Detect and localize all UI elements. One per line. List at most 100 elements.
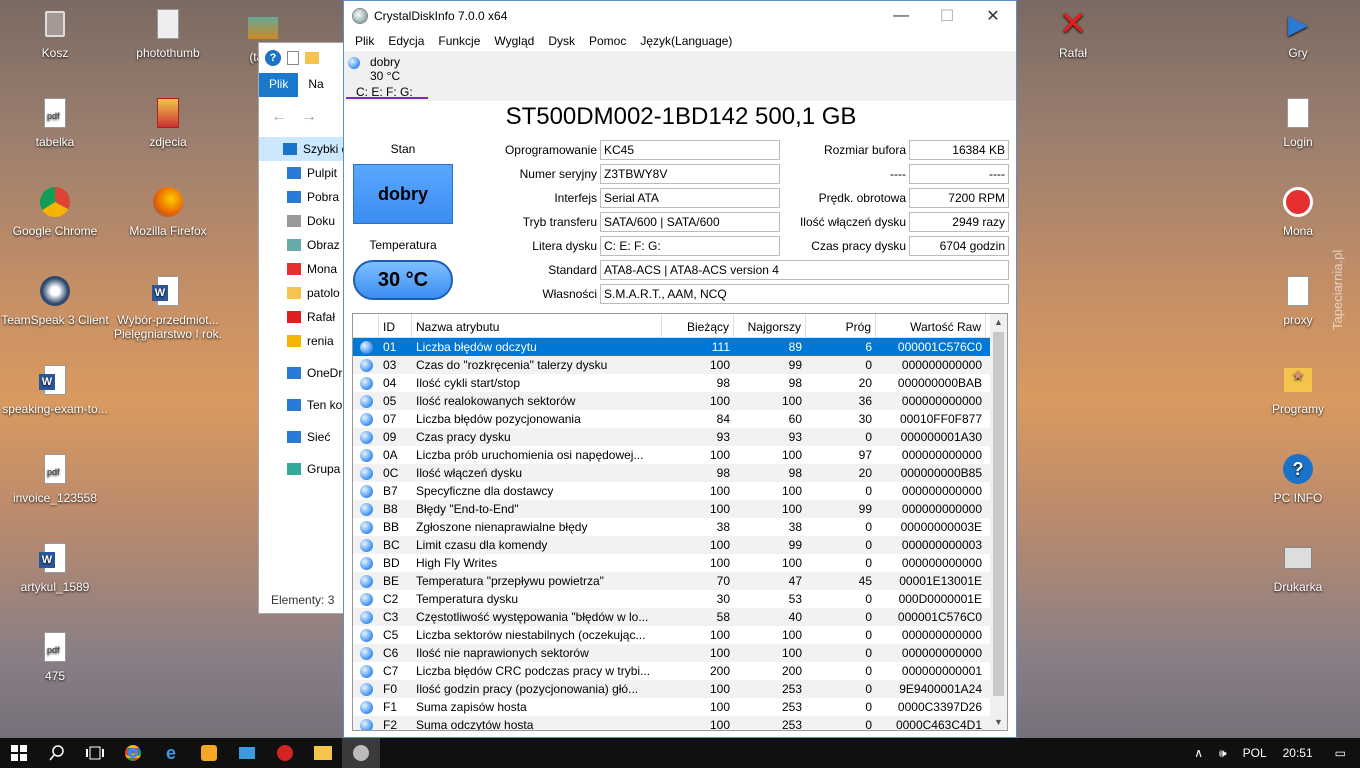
smart-table[interactable]: ID Nazwa atrybutu Bieżący Najgorszy Próg Wart… <box>352 313 1008 731</box>
notifications-icon[interactable]: ▭ <box>1321 746 1360 760</box>
desktop-shortcut[interactable]: ? PC INFO <box>1243 451 1353 505</box>
menu-item[interactable]: Edycja <box>381 34 431 48</box>
window-titlebar[interactable]: CrystalDiskInfo 7.0.0 x64 — ☐ ✕ <box>344 1 1016 31</box>
menu-item[interactable]: Język(Language) <box>633 34 739 48</box>
desktop-shortcut[interactable]: Drukarka <box>1243 540 1353 594</box>
desktop-shortcut[interactable]: invoice_123558 <box>0 451 110 505</box>
explorer-nav-item[interactable]: Mona <box>259 257 349 281</box>
desktop-shortcut[interactable]: Mona <box>1243 184 1353 238</box>
table-row[interactable]: BE Temperatura "przepływu powietrza" 70 47 4… <box>353 572 1007 590</box>
column-header[interactable]: Próg <box>806 314 876 337</box>
table-row[interactable]: 01 Liczba błędów odczytu 111 89 6 000001C576C… <box>353 338 1007 356</box>
desktop-shortcut[interactable]: tabelka <box>0 95 110 149</box>
desktop-shortcut[interactable]: ✕ Rafał <box>1018 6 1128 60</box>
media-player-icon[interactable] <box>190 738 228 768</box>
table-scrollbar[interactable]: ▲ ▼ <box>990 314 1007 730</box>
language-indicator[interactable]: POL <box>1235 746 1275 760</box>
drive-tab[interactable]: dobry 30 °C C: E: F: G: <box>346 53 428 99</box>
column-header[interactable]: Bieżący <box>662 314 734 337</box>
table-row[interactable]: C5 Liczba sektorów niestabilnych (oczekuj… <box>353 626 1007 644</box>
table-row[interactable]: BD High Fly Writes 100 100 0 000000000000 <box>353 554 1007 572</box>
clock[interactable]: 20:51 <box>1275 746 1321 760</box>
explorer-nav-item[interactable]: Obraz <box>259 233 349 257</box>
explorer-nav-item[interactable]: patolo <box>259 281 349 305</box>
explorer-nav-item[interactable]: Szybki d <box>259 137 349 161</box>
explorer-nav-item[interactable]: Rafał <box>259 305 349 329</box>
tray-chevron-icon[interactable]: ∧ <box>1186 746 1211 760</box>
scroll-up-icon[interactable]: ▲ <box>990 314 1007 330</box>
desktop-shortcut[interactable]: Mozilla Firefox <box>113 184 223 238</box>
table-row[interactable]: 09 Czas pracy dysku 93 93 0 000000001A30 <box>353 428 1007 446</box>
desktop-shortcut[interactable]: ▶ Gry <box>1243 6 1353 60</box>
explorer-nav-item[interactable]: renia <box>259 329 349 353</box>
start-windows-icon[interactable] <box>0 738 38 768</box>
red-app-icon[interactable] <box>266 738 304 768</box>
desktop-shortcut[interactable]: Login <box>1243 95 1353 149</box>
scroll-down-icon[interactable]: ▼ <box>990 714 1007 730</box>
menu-item[interactable]: Pomoc <box>582 34 633 48</box>
column-header[interactable]: Najgorszy <box>734 314 806 337</box>
column-header[interactable]: Nazwa atrybutu <box>412 314 662 337</box>
table-row[interactable]: C7 Liczba błędów CRC podczas pracy w tryb… <box>353 662 1007 680</box>
desktop-shortcut[interactable]: ★ Programy <box>1243 362 1353 416</box>
explorer-nav-item[interactable]: Grupa d <box>259 457 349 481</box>
explorer-nav-item[interactable]: OneDriv <box>259 361 349 385</box>
edge-icon[interactable]: e <box>152 738 190 768</box>
explorer-nav-item[interactable]: Doku <box>259 209 349 233</box>
desktop-shortcut[interactable]: speaking-exam-to... <box>0 362 110 416</box>
desktop-shortcut[interactable]: 475 <box>0 629 110 683</box>
desktop-shortcut[interactable]: Google Chrome <box>0 184 110 238</box>
table-row[interactable]: C2 Temperatura dysku 30 53 0 000D0000001E <box>353 590 1007 608</box>
tab-other[interactable]: Na <box>298 73 333 97</box>
file-explorer-icon[interactable] <box>304 738 342 768</box>
file-explorer-window[interactable]: ? Plik Na ← → Szybki d Pulpit Pobra Doku Obr… <box>258 42 350 614</box>
table-row[interactable]: B8 Błędy "End-to-End" 100 100 99 000000000000 <box>353 500 1007 518</box>
menu-item[interactable]: Wygląd <box>487 34 541 48</box>
monitor-app-icon[interactable] <box>228 738 266 768</box>
explorer-nav-item[interactable]: Pulpit <box>259 161 349 185</box>
table-row[interactable]: 03 Czas do "rozkręcenia" talerzy dysku 100… <box>353 356 1007 374</box>
desktop-shortcut[interactable]: zdjecia <box>113 95 223 149</box>
close-button[interactable]: ✕ <box>970 1 1016 31</box>
menu-item[interactable]: Plik <box>348 34 381 48</box>
desktop-shortcut[interactable]: Wybór-przedmiot... Pielęgniarstwo I rok. <box>113 273 223 341</box>
minimize-button[interactable]: — <box>878 1 924 31</box>
table-row[interactable]: 0A Liczba prób uruchomienia osi napędowej… <box>353 446 1007 464</box>
back-icon[interactable]: ← <box>271 108 287 126</box>
table-row[interactable]: BB Zgłoszone nienaprawialne błędy 38 38 0 000… <box>353 518 1007 536</box>
explorer-nav-item[interactable]: Pobra <box>259 185 349 209</box>
table-row[interactable]: F1 Suma zapisów hosta 100 253 0 0000C3397D26 <box>353 698 1007 716</box>
explorer-nav-item[interactable]: Ten kor <box>259 393 349 417</box>
table-row[interactable]: 0C Ilość włączeń dysku 98 98 20 000000000B85 <box>353 464 1007 482</box>
table-row[interactable]: F0 Ilość godzin pracy (pozycjonowania) gł… <box>353 680 1007 698</box>
table-row[interactable]: F2 Suma odczytów hosta 100 253 0 0000C463C4D1 <box>353 716 1007 730</box>
crystaldiskinfo-window[interactable]: CrystalDiskInfo 7.0.0 x64 — ☐ ✕ Plik Edyc… <box>343 0 1017 738</box>
scroll-thumb[interactable] <box>993 332 1004 696</box>
checklist-icon[interactable] <box>287 51 299 65</box>
desktop-shortcut[interactable]: photothumb <box>113 6 223 60</box>
health-status-button[interactable]: dobry <box>353 164 453 224</box>
help-icon[interactable]: ? <box>265 50 281 66</box>
volume-icon[interactable]: 🕪 <box>1211 746 1235 761</box>
chrome-icon[interactable] <box>114 738 152 768</box>
table-row[interactable]: C6 Ilość nie naprawionych sektorów 100 100 0… <box>353 644 1007 662</box>
desktop-shortcut[interactable]: artykul_1589 <box>0 540 110 594</box>
table-row[interactable]: 05 Ilość realokowanych sektorów 100 100 36 00… <box>353 392 1007 410</box>
table-row[interactable]: 04 Ilość cykli start/stop 98 98 20 000000000B… <box>353 374 1007 392</box>
crystaldiskinfo-taskbar-icon[interactable] <box>342 738 380 768</box>
tab-file[interactable]: Plik <box>259 73 299 97</box>
maximize-button[interactable]: ☐ <box>924 1 970 31</box>
explorer-nav-item[interactable]: Sieć <box>259 425 349 449</box>
menu-item[interactable]: Funkcje <box>431 34 487 48</box>
table-row[interactable]: BC Limit czasu dla komendy 100 99 0 000000000… <box>353 536 1007 554</box>
column-header[interactable]: ID <box>379 314 412 337</box>
column-header-status[interactable] <box>353 314 379 337</box>
desktop-shortcut[interactable]: TeamSpeak 3 Client <box>0 273 110 327</box>
table-row[interactable]: C3 Częstotliwość występowania "błędów w l… <box>353 608 1007 626</box>
forward-icon[interactable]: → <box>301 108 317 126</box>
task-view-icon[interactable] <box>76 738 114 768</box>
table-row[interactable]: 07 Liczba błędów pozycjonowania 84 60 30 0001… <box>353 410 1007 428</box>
table-row[interactable]: B7 Specyficzne dla dostawcy 100 100 0 0000000… <box>353 482 1007 500</box>
column-header[interactable]: Wartość Raw <box>876 314 986 337</box>
search-icon[interactable] <box>38 738 76 768</box>
